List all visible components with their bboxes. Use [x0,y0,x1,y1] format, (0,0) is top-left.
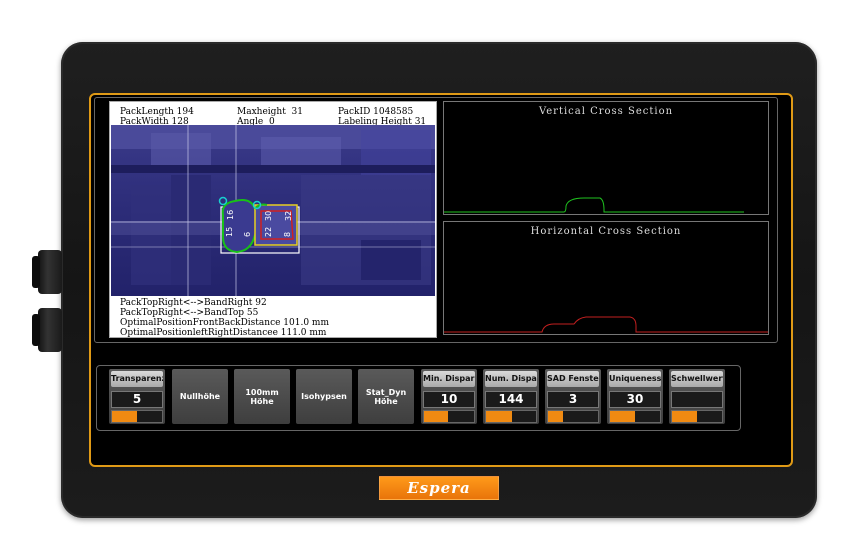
sad-window-bar[interactable] [547,410,599,423]
sad-window-value[interactable]: 3 [547,391,599,408]
side-knob-upper [32,250,62,294]
threshold-slider[interactable]: Schwellwert [669,369,725,424]
transparency-bar-fill [112,411,137,422]
num-disparity-bar-fill [486,411,512,422]
vertical-cross-section-plot: Vertical Cross Section [443,101,769,215]
uniqueness-value[interactable]: 30 [609,391,661,408]
front-back-distance-text: OptimalPositionFrontBackDistance 101.0 m… [120,318,329,328]
min-disparity-bar[interactable] [423,410,475,423]
isohypsen-button[interactable]: Isohypsen [296,369,352,424]
min-disparity-value[interactable]: 10 [423,391,475,408]
threshold-label: Schwellwert [671,371,723,387]
horizontal-profile-line [444,316,768,333]
min-disparity-slider[interactable]: Min. Disparität 10 [421,369,477,424]
transparency-label: Transparenzh... [111,371,163,387]
camera-image: 15 16 22 30 8 32 6 [111,125,435,296]
overlay-label: 8 [283,232,292,237]
threshold-bar[interactable] [671,410,723,423]
nullhoehe-button[interactable]: Nullhöhe [172,369,228,424]
vertical-profile-line [444,197,744,213]
band-top-text: PackTopRight<-->BandTop 55 [120,308,259,318]
threshold-bar-fill [672,411,697,422]
transparency-slider[interactable]: Transparenzh... 5 [109,369,165,424]
transparency-bar[interactable] [111,410,163,423]
num-disparity-bar[interactable] [485,410,537,423]
horizontal-cross-section-plot: Horizontal Cross Section [443,221,769,335]
overlay-label: 30 [264,211,273,221]
num-disparity-slider[interactable]: Num. Dispari... 144 [483,369,539,424]
overlay-label: 22 [264,227,273,237]
overlay-label: 15 [225,227,234,237]
left-right-distance-text: OptimalPositionleftRightDistancee 111.0 … [120,328,327,338]
min-disparity-label: Min. Disparität [423,371,475,387]
overlay-label: 6 [243,232,252,237]
overlay-label: 16 [226,210,235,220]
maxheight-text: Maxheight 31 [237,107,304,117]
sad-window-bar-fill [548,411,563,422]
100mm-hoehe-button[interactable]: 100mm Höhe [234,369,290,424]
sad-window-label: SAD Fensterg... [547,371,599,387]
transparency-value[interactable]: 5 [111,391,163,408]
sad-window-slider[interactable]: SAD Fensterg... 3 [545,369,601,424]
min-disparity-bar-fill [424,411,448,422]
band-right-text: PackTopRight<-->BandRight 92 [120,298,267,308]
camera-view: PackLength 194 PackWidth 128 Maxheight 3… [109,101,437,338]
pack-length-text: PackLength 194 [120,107,194,117]
num-disparity-value[interactable]: 144 [485,391,537,408]
side-knob-lower [32,308,62,352]
uniqueness-bar[interactable] [609,410,661,423]
stat-dyn-hoehe-button[interactable]: Stat_Dyn Höhe [358,369,414,424]
uniqueness-slider[interactable]: Uniqueness R... 30 [607,369,663,424]
overlay-label: 32 [284,211,293,221]
threshold-value[interactable] [671,391,723,408]
uniqueness-label: Uniqueness R... [609,371,661,387]
num-disparity-label: Num. Dispari... [485,371,537,387]
espera-logo: Espera [379,476,499,500]
pack-id-text: PackID 1048585 [338,107,414,117]
uniqueness-bar-fill [610,411,635,422]
